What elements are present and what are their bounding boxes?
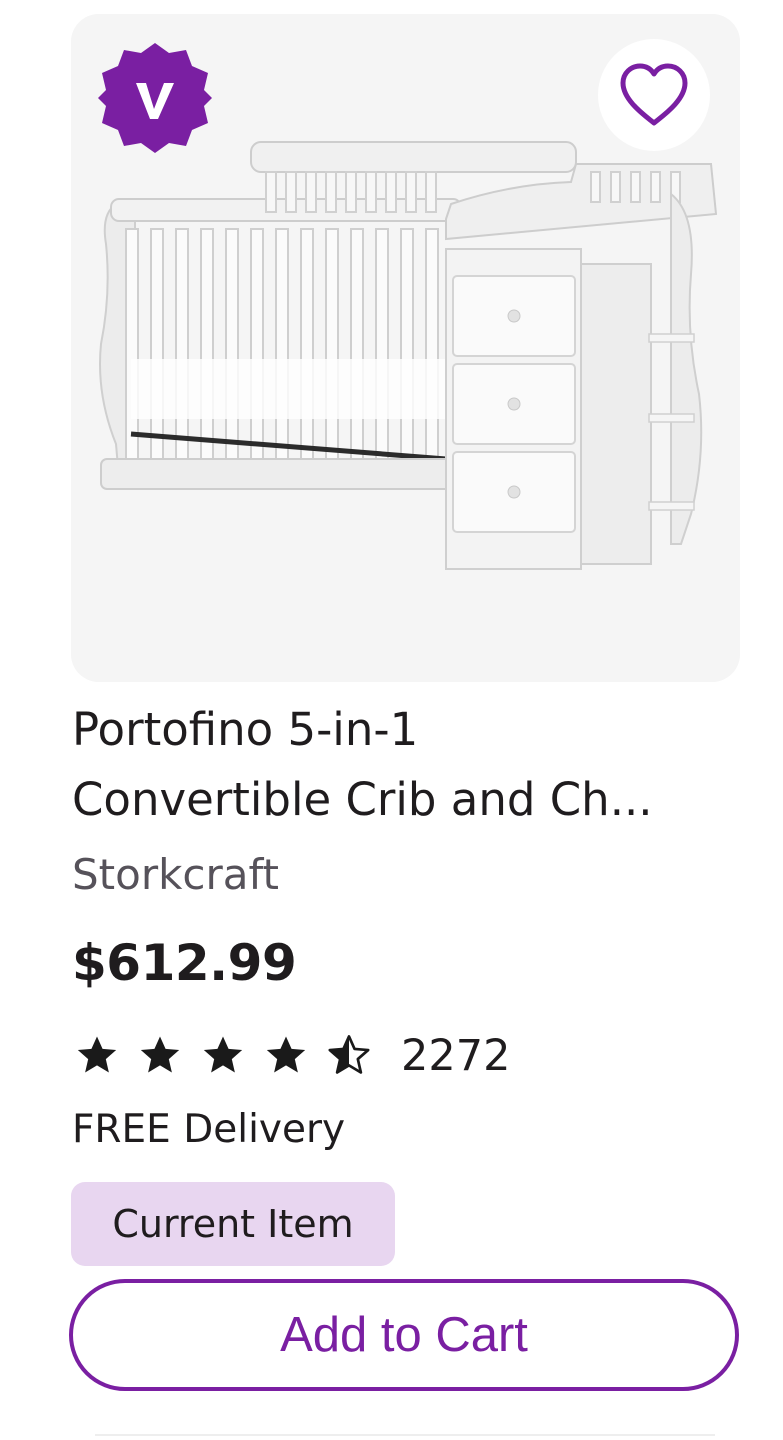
add-to-cart-button[interactable]: Add to Cart [69,1279,739,1391]
star-full-icon [266,1036,306,1073]
star-full-icon [140,1036,180,1073]
star-full-icon [77,1036,117,1073]
product-title[interactable]: Portofino 5-in-1 Convertible Crib and Ch… [72,695,752,835]
verified-check-badge-icon [98,43,212,153]
star-rating [74,1033,389,1079]
product-card: Portofino 5-in-1 Convertible Crib and Ch… [0,0,783,1440]
heart-outline-icon [620,63,688,126]
delivery-info: FREE Delivery [72,1107,346,1152]
product-image-frame[interactable] [71,14,740,682]
brand-name: Storkcraft [72,850,280,899]
star-full-icon [203,1036,243,1073]
product-title-line2[interactable]: Convertible Crib and Ch... [72,765,752,835]
favorite-button[interactable] [598,39,710,151]
review-count[interactable]: 2272 [401,1026,510,1086]
current-item-badge: Current Item [71,1182,395,1266]
product-title-line1[interactable]: Portofino 5-in-1 [72,695,752,765]
star-half-icon [328,1035,370,1074]
product-price: $612.99 [72,934,297,992]
rating-row[interactable]: 2272 [74,1026,510,1086]
bottom-divider [95,1434,715,1436]
